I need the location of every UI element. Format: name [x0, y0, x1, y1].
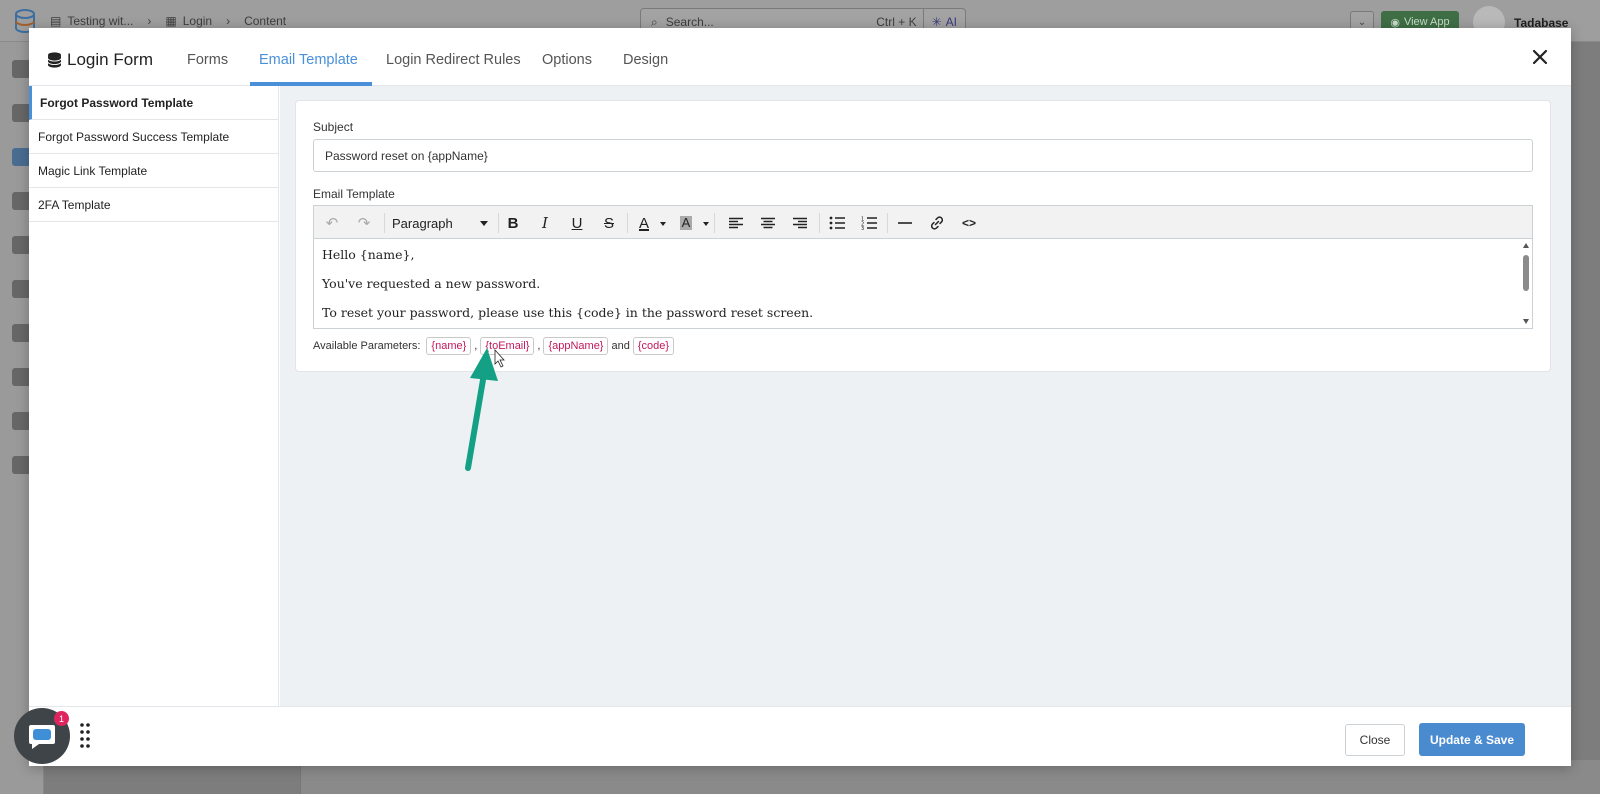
tab-design[interactable]: Design [623, 52, 668, 68]
link-icon[interactable] [925, 212, 949, 234]
view-app-label: View App [1403, 16, 1450, 28]
breadcrumb-page[interactable]: Login [183, 14, 212, 28]
block-format-value: Paragraph [392, 215, 453, 231]
align-center-icon[interactable] [756, 212, 780, 234]
editor-scrollbar[interactable] [1522, 239, 1530, 328]
chevron-right-icon: › [147, 14, 152, 28]
search-shortcut: Ctrl + K [876, 15, 917, 29]
tab-login-redirect-rules[interactable]: Login Redirect Rules [386, 52, 521, 68]
template-item-magic-link[interactable]: Magic Link Template [29, 154, 278, 188]
numbered-list-icon[interactable]: 123 [857, 212, 881, 234]
scroll-down-icon[interactable] [1523, 319, 1529, 324]
modal-title-text: Login Form [67, 50, 153, 69]
source-code-icon[interactable]: <> [957, 212, 981, 234]
params-label: Available Parameters: [313, 340, 421, 352]
ai-label: AI [945, 15, 957, 29]
login-form-modal: Login Form Forms Email Template Login Re… [29, 28, 1571, 766]
body-line: Hello {name}, [322, 247, 415, 262]
drag-handle-icon[interactable] [79, 722, 91, 750]
scrollbar-thumb[interactable] [1523, 255, 1529, 291]
rich-text-editor: ↶ ↷ Paragraph B I U S A A 1 2 3 <> Hello… [313, 205, 1533, 329]
update-save-button[interactable]: Update & Save [1419, 723, 1525, 756]
email-template-label: Email Template [313, 187, 395, 201]
params-separator: , [537, 340, 541, 352]
editor-toolbar: ↶ ↷ Paragraph B I U S A A 1 2 3 <> [314, 206, 1532, 239]
scroll-up-icon[interactable] [1523, 243, 1529, 248]
template-item-forgot-password-success[interactable]: Forgot Password Success Template [29, 120, 278, 154]
bullet-list-icon[interactable] [825, 212, 849, 234]
toolbar-divider [714, 213, 715, 233]
editor-content[interactable]: Hello {name}, You've requested a new pas… [314, 239, 1532, 328]
breadcrumb-section[interactable]: Content [244, 14, 286, 28]
tab-options[interactable]: Options [542, 52, 592, 68]
template-item-forgot-password[interactable]: Forgot Password Template [29, 86, 278, 120]
strikethrough-icon[interactable]: S [597, 212, 621, 234]
horizontal-rule-icon[interactable] [893, 212, 917, 234]
eye-icon: ◉ [1390, 16, 1400, 29]
toolbar-divider [498, 213, 499, 233]
undo-icon[interactable]: ↶ [320, 212, 344, 234]
breadcrumb-app[interactable]: Testing wit... [67, 14, 133, 28]
table-icon: ▦ [165, 14, 177, 28]
text-color-icon[interactable]: A [632, 212, 656, 234]
close-button[interactable]: Close [1345, 724, 1405, 756]
toolbar-divider [819, 213, 820, 233]
template-card: Subject Email Template ↶ ↷ Paragraph B I… [295, 100, 1551, 372]
block-format-select[interactable]: Paragraph [392, 212, 490, 234]
tab-forms[interactable]: Forms [187, 52, 228, 68]
toolbar-divider [384, 213, 385, 233]
chevron-down-icon[interactable] [660, 222, 666, 226]
toolbar-divider [887, 213, 888, 233]
subject-input[interactable] [313, 139, 1533, 172]
params-and: and [611, 340, 630, 352]
align-left-icon[interactable] [724, 212, 748, 234]
modal-title: Login Form [47, 50, 153, 70]
chat-notification-badge: 1 [54, 711, 69, 726]
svg-text:3: 3 [861, 226, 864, 230]
annotation-arrow-icon [465, 348, 505, 471]
template-item-2fa[interactable]: 2FA Template [29, 188, 278, 222]
body-line: You've requested a new password. [322, 276, 541, 291]
body-line: To reset your password, please use this … [322, 305, 814, 320]
chevron-down-icon [480, 221, 488, 226]
param-appname-tag[interactable]: {appName} [543, 337, 609, 355]
search-placeholder: Search... [665, 15, 714, 29]
align-right-icon[interactable] [788, 212, 812, 234]
template-list: Forgot Password Template Forgot Password… [29, 86, 279, 706]
underline-icon[interactable]: U [565, 212, 589, 234]
modal-footer: Close Update & Save [29, 706, 1571, 766]
modal-header: Login Form Forms Email Template Login Re… [29, 28, 1571, 86]
chevron-right-icon: › [226, 14, 231, 28]
tab-email-template[interactable]: Email Template [259, 52, 358, 68]
bold-icon[interactable]: B [501, 212, 525, 234]
sparkle-icon: ✳ [931, 15, 942, 29]
italic-icon[interactable]: I [533, 212, 557, 234]
subject-label: Subject [313, 120, 354, 134]
close-icon[interactable] [1529, 46, 1551, 68]
background-color-icon[interactable]: A [674, 212, 698, 234]
chat-bubble-icon [29, 725, 55, 749]
param-code-tag[interactable]: {code} [632, 337, 675, 355]
database-icon: ▤ [50, 14, 62, 28]
toolbar-divider [627, 213, 628, 233]
chevron-down-icon: ⌄ [1357, 16, 1367, 28]
chevron-down-icon[interactable] [703, 222, 709, 226]
breadcrumb: ▤ Testing wit... › ▦ Login › Content [50, 14, 286, 28]
database-icon [47, 52, 62, 68]
redo-icon[interactable]: ↷ [352, 212, 376, 234]
